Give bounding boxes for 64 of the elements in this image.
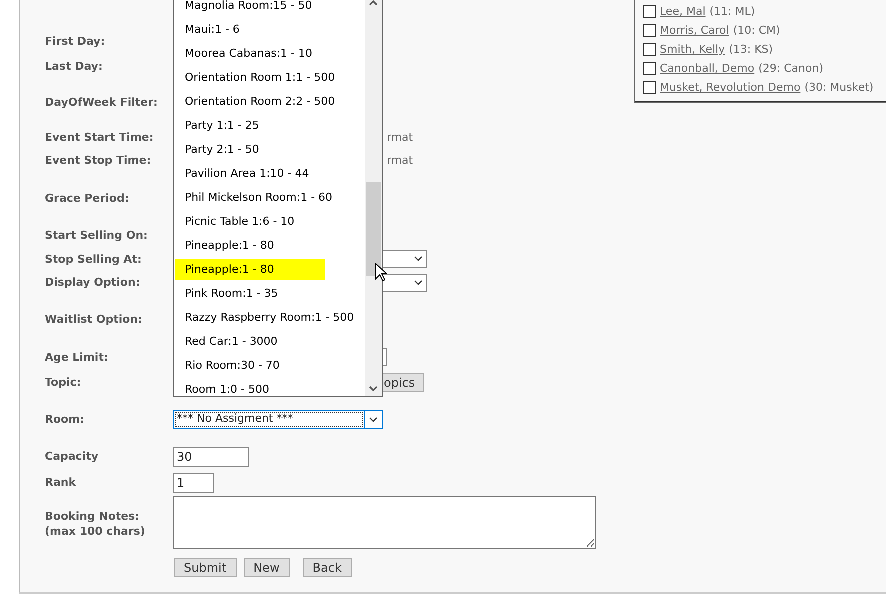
dropdown-option[interactable]: Pink Room:1 - 35	[175, 282, 278, 304]
dropdown-option[interactable]: Razzy Raspberry Room:1 - 500	[175, 306, 354, 328]
field-label: Start Selling On:	[45, 228, 149, 243]
form-button[interactable]: New	[244, 558, 290, 577]
scroll-up-icon[interactable]	[369, 0, 378, 6]
checkbox[interactable]	[643, 81, 656, 94]
scroll-down-icon[interactable]	[369, 386, 378, 392]
staff-link[interactable]: Lee, Mal	[660, 5, 706, 18]
field-label: Last Day:	[45, 58, 104, 74]
format-hint: rmat	[387, 154, 414, 167]
room-select[interactable]: *** No Assigment ***	[173, 410, 383, 429]
form-button[interactable]: Back	[302, 558, 352, 577]
dropdown-option[interactable]: Party 2:1 - 50	[175, 138, 260, 160]
staff-code: (13: KS)	[729, 43, 774, 56]
dropdown-option[interactable]: Moorea Cabanas:1 - 10	[175, 42, 312, 64]
staff-code: (29: Canon)	[758, 62, 824, 75]
form-button[interactable]: Submit	[174, 558, 237, 577]
dropdown-option[interactable]: Rio Room:30 - 70	[175, 354, 280, 376]
field-label: Event Stop Time:	[45, 153, 152, 168]
field-label: Event Start Time:	[45, 130, 155, 145]
field-label: Capacity	[45, 449, 100, 464]
checkbox[interactable]	[643, 62, 656, 75]
dropdown-option[interactable]: Picnic Table 1:6 - 10	[175, 210, 295, 232]
chevron-icon	[414, 280, 423, 286]
field-label: DayOfWeek Filter:	[45, 94, 159, 110]
dropdown-option[interactable]: Room 1:0 - 500	[175, 378, 270, 396]
dropdown-option[interactable]: Magnolia Room:15 - 50	[175, 0, 312, 16]
notes-textarea[interactable]	[173, 496, 596, 549]
dropdown-option[interactable]: Maui:1 - 6	[175, 18, 240, 40]
scroll-thumb[interactable]	[366, 182, 381, 276]
field-label: Grace Period:	[45, 190, 130, 206]
checkbox[interactable]	[643, 5, 656, 18]
staff-link[interactable]: Morris, Carol	[660, 24, 730, 37]
staff-code: (30: Musket)	[804, 81, 874, 94]
scrollbar[interactable]	[365, 0, 382, 396]
staff-code: (11: ML)	[710, 5, 756, 18]
input-field[interactable]: 1	[173, 472, 214, 492]
field-label: Rank	[45, 475, 78, 490]
dropdown-option[interactable]: Pineapple:1 - 80	[175, 234, 274, 256]
field-label: Display Option:	[45, 275, 142, 290]
field-label: First Day:	[45, 34, 106, 48]
field-label: Age Limit:	[45, 350, 110, 364]
field-label: Stop Selling At:	[45, 252, 143, 266]
field-label: Waitlist Option:	[45, 312, 144, 326]
dropdown-option[interactable]: Pavilion Area 1:10 - 44	[175, 162, 310, 184]
checkbox[interactable]	[643, 43, 656, 56]
checkbox[interactable]	[643, 24, 656, 37]
dropdown-option[interactable]: Orientation Room 2:2 - 500	[175, 90, 336, 112]
staff-link[interactable]: Musket, Revolution Demo	[660, 81, 801, 94]
format-hint: rmat	[387, 131, 414, 144]
dropdown-option[interactable]: Orientation Room 1:1 - 500	[175, 66, 336, 88]
staff-link[interactable]: Smith, Kelly	[660, 43, 726, 56]
chevron-icon	[414, 256, 423, 262]
staff-code: (10: CM)	[733, 24, 780, 37]
dropdown-option[interactable]: Phil Mickelson Room:1 - 60	[175, 186, 333, 208]
input-field[interactable]: 30	[173, 446, 249, 466]
dropdown-option[interactable]: Pineapple:1 - 80	[175, 258, 325, 280]
field-label: Booking Notes: (max 100 chars)	[45, 509, 146, 539]
chevron-icon	[369, 416, 378, 422]
dropdown-option[interactable]: Red Car:1 - 3000	[175, 330, 278, 352]
staff-link[interactable]: Canonball, Demo	[660, 62, 755, 75]
dropdown-option[interactable]: Party 1:1 - 25	[175, 114, 260, 136]
field-label: Room:	[45, 412, 86, 427]
field-label: Topic:	[45, 375, 82, 390]
